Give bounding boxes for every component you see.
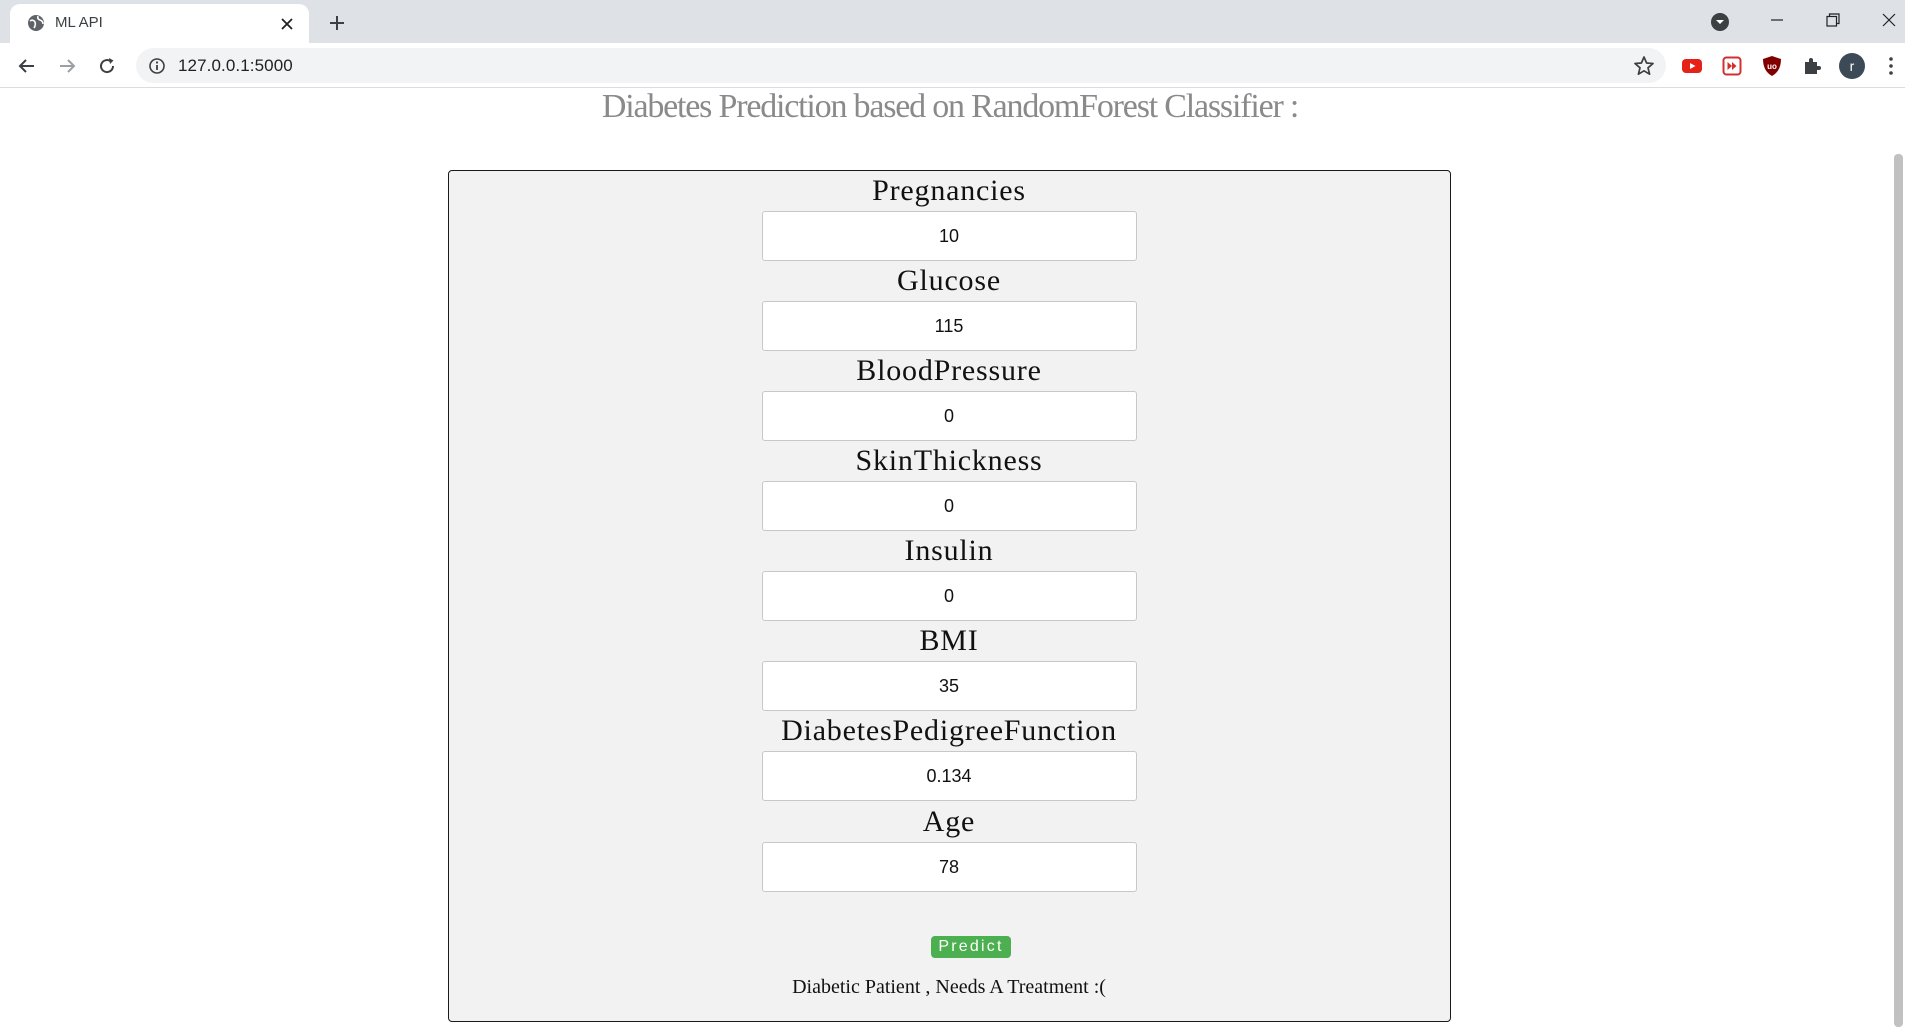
field-label: Age [922, 805, 976, 838]
tab-search-icon[interactable] [1707, 9, 1733, 35]
page-title: Diabetes Prediction based on RandomFores… [601, 88, 1299, 125]
glucose-input[interactable]: 115 [761, 301, 1137, 351]
field-bloodpressure: BloodPressure 0 [449, 353, 1449, 441]
field-skinthickness: SkinThickness 0 [449, 443, 1449, 531]
field-label: Insulin [904, 534, 994, 567]
address-bar[interactable]: 127.0.0.1:5000 [136, 48, 1666, 83]
prediction-result: Diabetic Patient , Needs A Treatment :( [792, 976, 1106, 998]
arrow-left-icon[interactable] [11, 50, 43, 82]
globe-icon [26, 13, 46, 33]
field-bmi: BMI 35 [449, 623, 1449, 711]
skip-ad-icon[interactable] [1719, 53, 1745, 79]
field-label: BMI [919, 624, 979, 657]
puzzle-icon[interactable] [1799, 53, 1825, 79]
field-diabetespedigreefunction: DiabetesPedigreeFunction 0.134 [449, 713, 1449, 801]
pregnancies-input[interactable]: 10 [761, 211, 1137, 261]
skinthickness-input[interactable]: 0 [761, 481, 1137, 531]
profile-avatar[interactable]: r [1839, 53, 1865, 79]
field-label: Glucose [897, 264, 1001, 297]
svg-text:uo: uo [1767, 62, 1777, 71]
field-glucose: Glucose 115 [449, 263, 1449, 351]
ublock-icon[interactable]: uo [1759, 53, 1785, 79]
field-label: Pregnancies [872, 174, 1026, 207]
tab-strip: ML API [0, 0, 1905, 43]
page-viewport: Diabetes Prediction based on RandomFores… [0, 88, 1905, 1027]
minimize-icon[interactable] [1752, 2, 1802, 38]
reload-icon[interactable] [91, 50, 123, 82]
insulin-input[interactable]: 0 [761, 571, 1137, 621]
plus-icon[interactable] [322, 8, 352, 38]
age-input[interactable]: 78 [761, 842, 1137, 892]
field-label: SkinThickness [855, 444, 1043, 477]
field-pregnancies: Pregnancies 10 [449, 173, 1449, 261]
field-age: Age 78 [449, 804, 1449, 892]
field-label: BloodPressure [856, 354, 1042, 387]
bloodpressure-input[interactable]: 0 [761, 391, 1137, 441]
info-icon[interactable] [148, 57, 166, 75]
prediction-form: Pregnancies 10 Glucose 115 BloodPressure… [448, 170, 1451, 1022]
url-text[interactable]: 127.0.0.1:5000 [178, 56, 293, 76]
scrollbar[interactable] [1890, 88, 1905, 1027]
close-icon[interactable] [275, 12, 299, 36]
field-label: DiabetesPedigreeFunction [781, 714, 1117, 747]
predict-button[interactable]: Predict [931, 936, 1011, 958]
browser-toolbar: 127.0.0.1:5000 uo r [0, 43, 1905, 88]
window-close-icon[interactable] [1864, 2, 1905, 38]
tab-title: ML API [55, 14, 103, 31]
field-insulin: Insulin 0 [449, 533, 1449, 621]
diabetespedigreefunction-input[interactable]: 0.134 [761, 751, 1137, 801]
restore-icon[interactable] [1808, 2, 1858, 38]
youtube-icon[interactable] [1679, 53, 1705, 79]
scrollbar-thumb[interactable] [1894, 154, 1903, 1027]
browser-tab[interactable]: ML API [10, 4, 309, 43]
bmi-input[interactable]: 35 [761, 661, 1137, 711]
more-menu-icon[interactable] [1884, 53, 1898, 79]
star-icon[interactable] [1632, 54, 1656, 78]
arrow-right-icon[interactable] [51, 50, 83, 82]
